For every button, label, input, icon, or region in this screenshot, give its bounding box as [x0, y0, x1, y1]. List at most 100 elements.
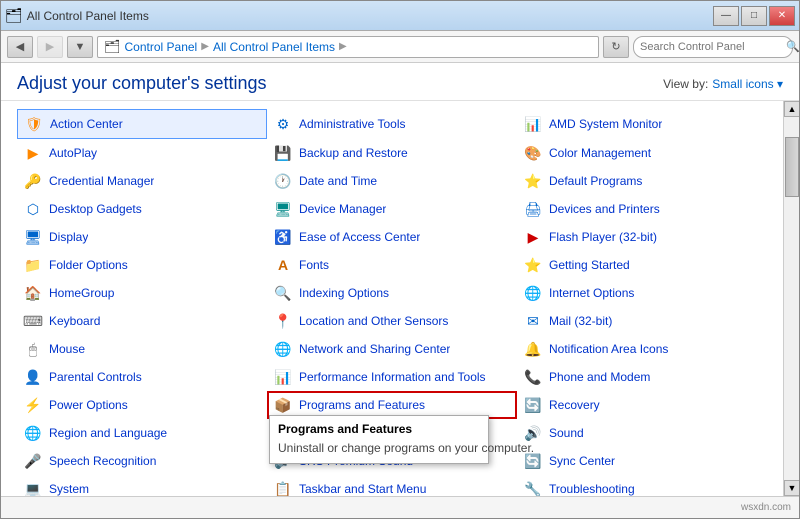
item-color-management[interactable]: 🎨 Color Management: [517, 139, 767, 167]
item-taskbar-start[interactable]: 📋 Taskbar and Start Menu: [267, 475, 517, 496]
breadcrumb-control-panel[interactable]: Control Panel: [125, 40, 198, 54]
item-sync-center[interactable]: 🔄 Sync Center: [517, 447, 767, 475]
breadcrumb-all-items[interactable]: All Control Panel Items: [213, 40, 335, 54]
item-icon-backup-restore: 💾: [273, 143, 293, 163]
item-label-default-programs: Default Programs: [549, 174, 642, 188]
item-performance[interactable]: 📊 Performance Information and Tools: [267, 363, 517, 391]
item-flash-player[interactable]: ▶ Flash Player (32-bit): [517, 223, 767, 251]
main-window: 🗂 All Control Panel Items — □ ✕ ◀ ▶ ▼ 🗂 …: [0, 0, 800, 519]
item-label-system: System: [49, 482, 89, 496]
item-icon-device-manager: 🖥: [273, 199, 293, 219]
item-system[interactable]: 💻 System: [17, 475, 267, 496]
item-label-action-center: Action Center: [50, 117, 123, 131]
item-power-options[interactable]: ⚡ Power Options: [17, 391, 267, 419]
breadcrumb-sep-1: ▶: [201, 41, 209, 52]
item-amd-monitor[interactable]: 📊 AMD System Monitor: [517, 109, 767, 139]
item-icon-mail: ✉: [523, 311, 543, 331]
item-parental-controls[interactable]: 👤 Parental Controls: [17, 363, 267, 391]
item-keyboard[interactable]: ⌨ Keyboard: [17, 307, 267, 335]
item-notification-icons[interactable]: 🔔 Notification Area Icons: [517, 335, 767, 363]
item-credential-manager[interactable]: 🔑 Credential Manager: [17, 167, 267, 195]
scroll-down-button[interactable]: ▼: [784, 480, 799, 496]
item-autoplay[interactable]: ▶ AutoPlay: [17, 139, 267, 167]
item-indexing[interactable]: 🔍 Indexing Options: [267, 279, 517, 307]
item-label-sync-center: Sync Center: [549, 454, 615, 468]
item-date-time[interactable]: 🕐 Date and Time: [267, 167, 517, 195]
item-devices-printers[interactable]: 🖨 Devices and Printers: [517, 195, 767, 223]
item-ease-access[interactable]: ♿ Ease of Access Center: [267, 223, 517, 251]
item-recovery[interactable]: 🔄 Recovery: [517, 391, 767, 419]
item-icon-indexing: 🔍: [273, 283, 293, 303]
item-label-autoplay: AutoPlay: [49, 146, 97, 160]
item-location-sensors[interactable]: 📍 Location and Other Sensors: [267, 307, 517, 335]
item-label-folder-options: Folder Options: [49, 258, 128, 272]
item-label-getting-started: Getting Started: [549, 258, 630, 272]
maximize-button[interactable]: □: [741, 6, 767, 26]
item-mouse[interactable]: 🖱 Mouse: [17, 335, 267, 363]
item-icon-speech-recognition: 🎤: [23, 451, 43, 471]
items-container: 🛡 Action Center ⚙ Administrative Tools 📊…: [1, 101, 783, 496]
item-icon-amd-monitor: 📊: [523, 114, 543, 134]
item-label-power-options: Power Options: [49, 398, 128, 412]
item-label-indexing: Indexing Options: [299, 286, 389, 300]
item-internet-options[interactable]: 🌐 Internet Options: [517, 279, 767, 307]
item-icon-display: 🖥: [23, 227, 43, 247]
item-display[interactable]: 🖥 Display: [17, 223, 267, 251]
title-bar-buttons: — □ ✕: [713, 6, 795, 26]
item-label-color-management: Color Management: [549, 146, 651, 160]
window-title: All Control Panel Items: [27, 9, 713, 23]
main-area: Adjust your computer's settings View by:…: [1, 63, 799, 496]
item-desktop-gadgets[interactable]: ⬡ Desktop Gadgets: [17, 195, 267, 223]
item-action-center[interactable]: 🛡 Action Center: [17, 109, 267, 139]
item-programs-features[interactable]: 📦 Programs and Features Programs and Fea…: [267, 391, 517, 419]
item-network-sharing[interactable]: 🌐 Network and Sharing Center: [267, 335, 517, 363]
item-icon-ease-access: ♿: [273, 227, 293, 247]
item-label-admin-tools: Administrative Tools: [299, 117, 406, 131]
back-button[interactable]: ◀: [7, 36, 33, 58]
item-label-date-time: Date and Time: [299, 174, 377, 188]
item-device-manager[interactable]: 🖥 Device Manager: [267, 195, 517, 223]
item-label-sound: Sound: [549, 426, 584, 440]
item-getting-started[interactable]: ⭐ Getting Started: [517, 251, 767, 279]
item-label-notification-icons: Notification Area Icons: [549, 342, 668, 356]
item-fonts[interactable]: A Fonts: [267, 251, 517, 279]
item-icon-admin-tools: ⚙: [273, 114, 293, 134]
scroll-up-button[interactable]: ▲: [784, 101, 799, 117]
item-region-language[interactable]: 🌐 Region and Language: [17, 419, 267, 447]
item-label-devices-printers: Devices and Printers: [549, 202, 660, 216]
window-icon: 🗂: [5, 7, 23, 24]
tooltip-title: Programs and Features: [278, 422, 480, 436]
status-bar: wsxdn.com: [1, 496, 799, 518]
item-sound[interactable]: 🔊 Sound: [517, 419, 767, 447]
search-input[interactable]: [640, 41, 782, 53]
scrollbar[interactable]: ▲ ▼: [783, 101, 799, 496]
close-button[interactable]: ✕: [769, 6, 795, 26]
item-label-ease-access: Ease of Access Center: [299, 230, 420, 244]
recent-button[interactable]: ▼: [67, 36, 93, 58]
item-icon-devices-printers: 🖨: [523, 199, 543, 219]
item-speech-recognition[interactable]: 🎤 Speech Recognition: [17, 447, 267, 475]
item-troubleshooting[interactable]: 🔧 Troubleshooting: [517, 475, 767, 496]
item-icon-flash-player: ▶: [523, 227, 543, 247]
item-label-backup-restore: Backup and Restore: [299, 146, 408, 160]
item-icon-date-time: 🕐: [273, 171, 293, 191]
viewby-label: View by:: [663, 77, 708, 91]
item-backup-restore[interactable]: 💾 Backup and Restore: [267, 139, 517, 167]
item-mail[interactable]: ✉ Mail (32-bit): [517, 307, 767, 335]
forward-button[interactable]: ▶: [37, 36, 63, 58]
item-phone-modem[interactable]: 📞 Phone and Modem: [517, 363, 767, 391]
scroll-thumb[interactable]: [785, 137, 799, 197]
item-admin-tools[interactable]: ⚙ Administrative Tools: [267, 109, 517, 139]
item-label-parental-controls: Parental Controls: [49, 370, 142, 384]
item-icon-action-center: 🛡: [24, 114, 44, 134]
refresh-button[interactable]: ↻: [603, 36, 629, 58]
viewby-value[interactable]: Small icons ▾: [712, 77, 783, 91]
item-icon-folder-options: 📁: [23, 255, 43, 275]
item-homegroup[interactable]: 🏠 HomeGroup: [17, 279, 267, 307]
search-box[interactable]: 🔍: [633, 36, 793, 58]
item-default-programs[interactable]: ⭐ Default Programs: [517, 167, 767, 195]
item-label-region-language: Region and Language: [49, 426, 167, 440]
item-icon-phone-modem: 📞: [523, 367, 543, 387]
minimize-button[interactable]: —: [713, 6, 739, 26]
item-folder-options[interactable]: 📁 Folder Options: [17, 251, 267, 279]
